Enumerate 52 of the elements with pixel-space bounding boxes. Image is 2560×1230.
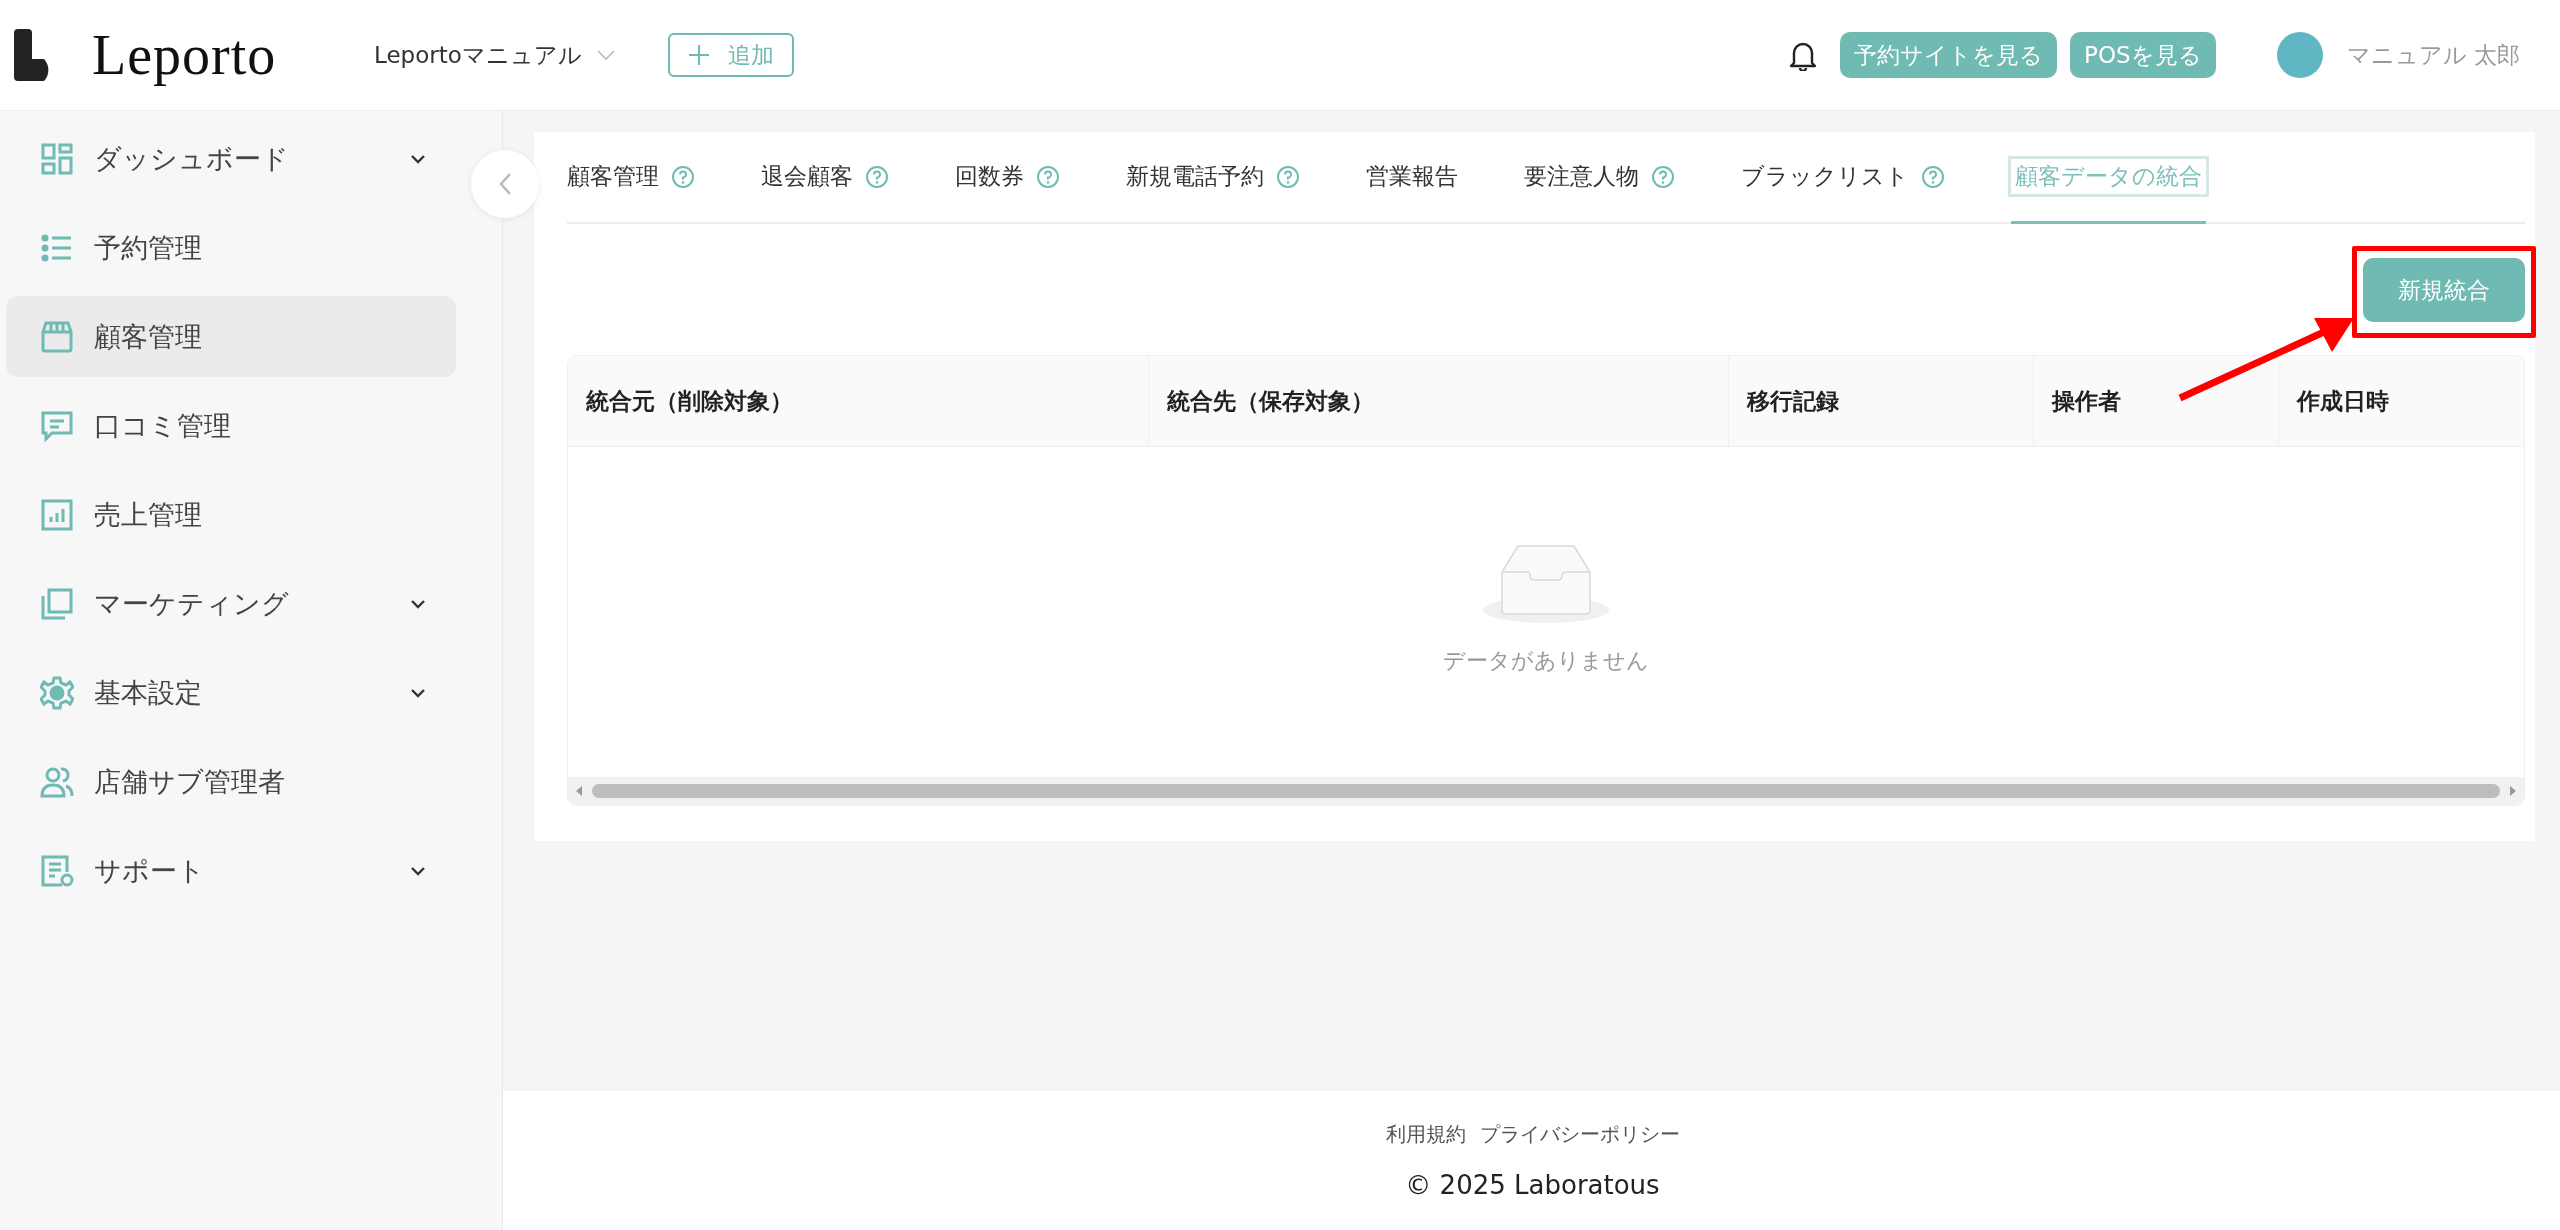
logo-text[interactable]: Leporto: [92, 23, 277, 87]
footer-link[interactable]: 利用規約: [1385, 1121, 1466, 1148]
people-icon: [40, 764, 74, 799]
help-icon[interactable]: [1276, 164, 1300, 189]
plus-icon: [687, 44, 710, 66]
shop-selector[interactable]: Leportoマニュアル: [374, 39, 616, 71]
scroll-left-icon[interactable]: [574, 785, 584, 797]
grid-icon: [40, 141, 74, 176]
tab[interactable]: 退会顧客: [761, 132, 889, 224]
column-header: 操作者: [2034, 356, 2279, 446]
chevron-down-icon: [410, 153, 426, 164]
help-icon[interactable]: [671, 164, 695, 189]
sidebar-item[interactable]: 口コミ管理: [6, 385, 456, 466]
windows-icon: [40, 586, 74, 621]
sidebar-item[interactable]: 店舗サブ管理者: [6, 741, 456, 822]
tab[interactable]: ブラックリスト: [1741, 132, 1945, 224]
column-header: 統合元（削除対象）: [568, 356, 1149, 446]
tab[interactable]: 新規電話予約: [1126, 132, 1300, 224]
empty-message: データがありません: [1443, 647, 1649, 675]
sidebar-item[interactable]: 顧客管理: [6, 296, 456, 377]
sidebar-item[interactable]: 基本設定: [6, 652, 456, 733]
sidebar-item[interactable]: マーケティング: [6, 563, 456, 644]
column-header: 作成日時: [2295, 386, 2390, 416]
empty-tray-icon: [1482, 542, 1610, 624]
sidebar-item[interactable]: ダッシュボード: [6, 118, 456, 199]
sidebar-item[interactable]: 売上管理: [6, 474, 456, 555]
horizontal-scrollbar[interactable]: [568, 777, 2524, 805]
scroll-right-icon[interactable]: [2508, 785, 2518, 797]
help-icon[interactable]: [1651, 164, 1675, 189]
tab[interactable]: 回数券: [955, 132, 1060, 224]
gear-icon: [40, 675, 74, 710]
copyright-text: © 2025 Laboratous: [1405, 1170, 1660, 1200]
help-icon[interactable]: [1036, 164, 1060, 189]
footer-link[interactable]: プライバシーポリシー: [1479, 1121, 1680, 1148]
chevron-down-icon: [410, 598, 426, 609]
tab[interactable]: 顧客管理: [567, 132, 695, 224]
column-header: 移行記録: [1729, 356, 2034, 446]
chevron-left-icon: [498, 172, 512, 196]
document-icon: [40, 853, 74, 888]
chevron-down-icon: [410, 865, 426, 876]
avatar[interactable]: [2276, 32, 2323, 78]
column-header: 統合先（保存対象）: [1149, 356, 1729, 446]
tab[interactable]: 営業報告: [1366, 132, 1458, 224]
storefront-icon: [40, 319, 74, 354]
chevron-down-icon: [410, 687, 426, 698]
help-icon[interactable]: [865, 164, 889, 189]
chevron-down-icon: [595, 49, 616, 61]
sidebar-item[interactable]: 予約管理: [6, 207, 456, 288]
tab[interactable]: 要注意人物: [1524, 132, 1675, 224]
bar-chart-icon: [40, 497, 74, 532]
sidebar-item[interactable]: サポート: [6, 830, 456, 911]
help-icon[interactable]: [1921, 164, 1945, 189]
